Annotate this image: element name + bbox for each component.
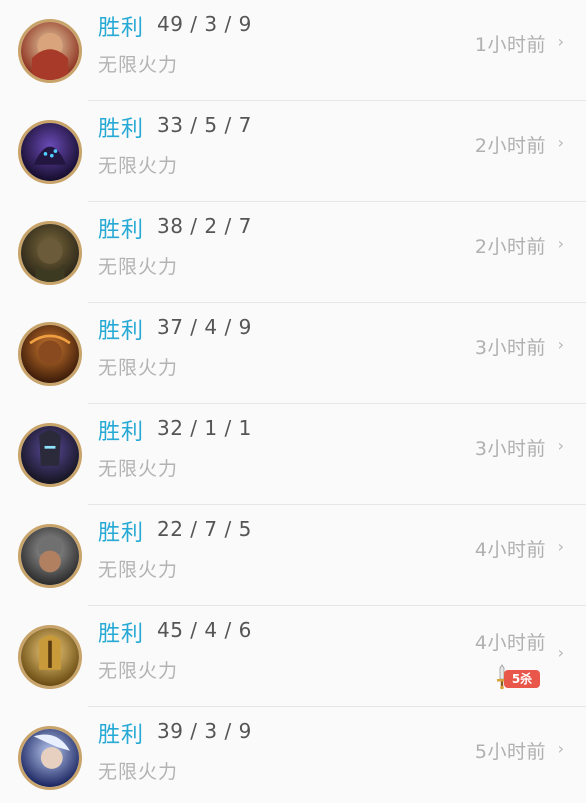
match-row[interactable]: 胜利 38 / 2 / 7 无限火力 2小时前 › (0, 202, 586, 303)
game-mode: 无限火力 (98, 256, 179, 278)
match-row[interactable]: 胜利 39 / 3 / 9 无限火力 5小时前 › (0, 707, 586, 803)
game-mode: 无限火力 (98, 357, 179, 379)
match-result: 胜利 (98, 16, 145, 41)
game-mode: 无限火力 (98, 458, 179, 480)
champion-avatar-icon (18, 18, 82, 83)
kda-score: 49 / 3 / 9 (157, 12, 252, 36)
match-result: 胜利 (98, 622, 145, 647)
game-mode: 无限火力 (98, 559, 179, 581)
match-time: 4小时前 (474, 539, 546, 561)
match-time: 4小时前 (474, 632, 546, 654)
pentakill-label: 5杀 (504, 670, 540, 688)
champion-avatar-icon (18, 624, 82, 689)
match-row[interactable]: 胜利 49 / 3 / 9 无限火力 1小时前 › (0, 0, 586, 101)
game-mode: 无限火力 (98, 54, 179, 76)
champion-avatar-icon (18, 321, 82, 386)
chevron-right-icon: › (557, 537, 564, 556)
match-result: 胜利 (98, 723, 145, 748)
champion-avatar-icon (18, 725, 82, 790)
chevron-right-icon: › (557, 436, 564, 455)
match-result: 胜利 (98, 420, 145, 445)
champion-avatar-icon (18, 220, 82, 285)
kda-score: 33 / 5 / 7 (157, 113, 252, 137)
champion-avatar-icon (18, 422, 82, 487)
match-time: 2小时前 (474, 236, 546, 258)
kda-score: 32 / 1 / 1 (157, 416, 252, 440)
chevron-right-icon: › (557, 643, 564, 662)
match-time: 3小时前 (474, 438, 546, 460)
kda-score: 37 / 4 / 9 (157, 315, 252, 339)
match-time: 2小时前 (474, 135, 546, 157)
match-row[interactable]: 胜利 33 / 5 / 7 无限火力 2小时前 › (0, 101, 586, 202)
match-result: 胜利 (98, 521, 145, 546)
chevron-right-icon: › (557, 739, 564, 758)
match-row[interactable]: 胜利 45 / 4 / 6 无限火力 4小时前 › 5杀 (0, 606, 586, 707)
match-row[interactable]: 胜利 37 / 4 / 9 无限火力 3小时前 › (0, 303, 586, 404)
match-row[interactable]: 胜利 22 / 7 / 5 无限火力 4小时前 › (0, 505, 586, 606)
kda-score: 22 / 7 / 5 (157, 517, 252, 541)
game-mode: 无限火力 (98, 660, 179, 682)
match-result: 胜利 (98, 319, 145, 344)
game-mode: 无限火力 (98, 155, 179, 177)
match-result: 胜利 (98, 218, 145, 243)
match-row[interactable]: 胜利 32 / 1 / 1 无限火力 3小时前 › (0, 404, 586, 505)
champion-avatar-icon (18, 119, 82, 184)
game-mode: 无限火力 (98, 761, 179, 783)
pentakill-badge: 5杀 (494, 664, 542, 690)
match-time: 1小时前 (474, 34, 546, 56)
chevron-right-icon: › (557, 234, 564, 253)
match-result: 胜利 (98, 117, 145, 142)
chevron-right-icon: › (557, 32, 564, 51)
champion-avatar-icon (18, 523, 82, 588)
kda-score: 39 / 3 / 9 (157, 719, 252, 743)
chevron-right-icon: › (557, 133, 564, 152)
match-time: 3小时前 (474, 337, 546, 359)
chevron-right-icon: › (557, 335, 564, 354)
kda-score: 38 / 2 / 7 (157, 214, 252, 238)
kda-score: 45 / 4 / 6 (157, 618, 252, 642)
match-history-list: 胜利 49 / 3 / 9 无限火力 1小时前 › 胜利 33 / 5 / 7 … (0, 0, 586, 803)
match-time: 5小时前 (474, 741, 546, 763)
